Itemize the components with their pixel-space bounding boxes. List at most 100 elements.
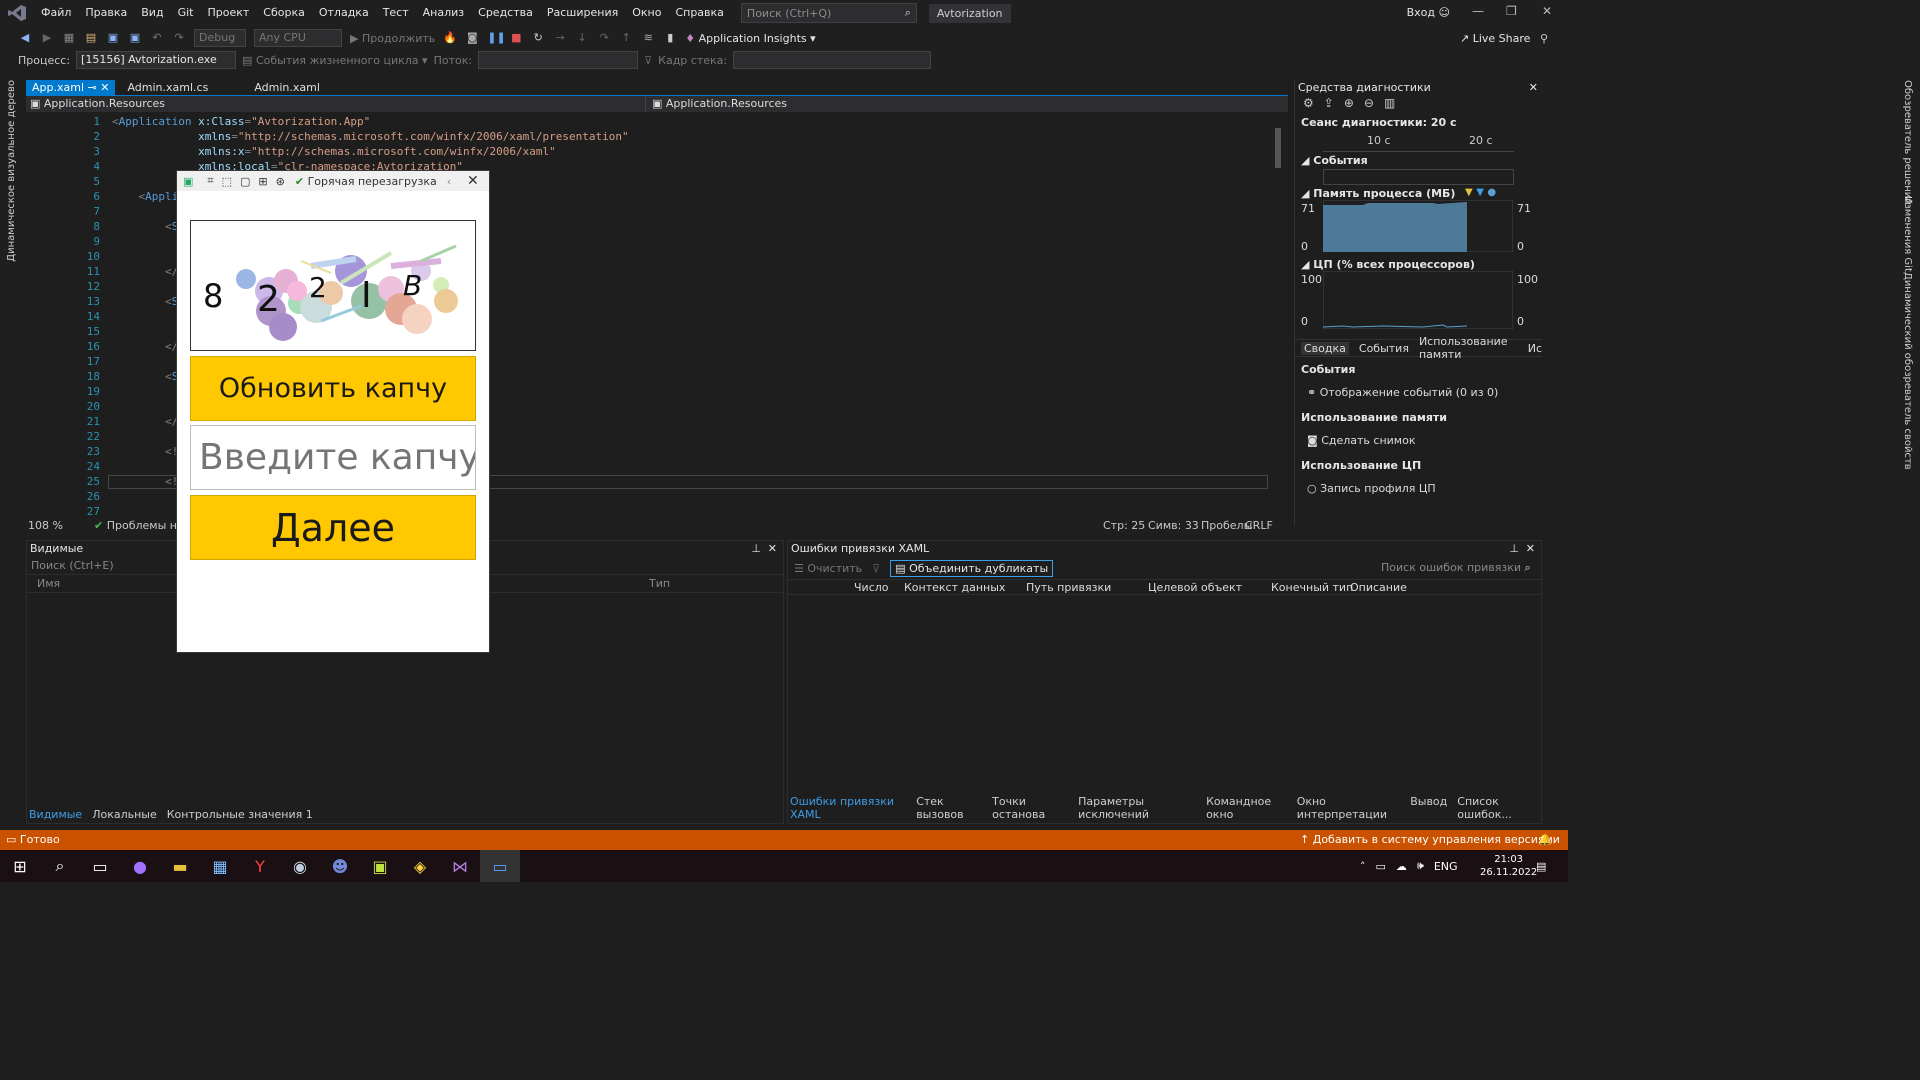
login-button[interactable]: Вход ☺ [1407,6,1450,19]
captcha-input[interactable] [190,425,476,490]
step-out-icon[interactable]: ↑ [619,31,633,45]
python-app-icon[interactable]: ◈ [400,850,440,882]
bookmark-icon[interactable]: ▮ [663,31,677,45]
bottom-tool-tab[interactable]: Точки останова [992,795,1068,821]
panel-close-icon[interactable]: ✕ [1526,541,1535,557]
back-icon[interactable]: ◀ [18,31,32,45]
task-view-icon[interactable]: ▭ [80,850,120,882]
discord-icon[interactable]: ☻ [320,850,360,882]
menu-item[interactable]: Правка [78,0,134,26]
minimize-button[interactable]: — [1472,4,1484,18]
select-element-icon[interactable]: ⌗ [207,174,213,188]
yandex-browser-icon[interactable]: Y [240,850,280,882]
menu-item[interactable]: Тест [376,0,416,26]
new-project-icon[interactable]: ▦ [62,31,76,45]
bottom-tool-tab[interactable]: Стек вызовов [916,795,982,821]
close-window-button[interactable]: ✕ [1542,4,1552,18]
feedback-icon[interactable]: ⚲ [1540,32,1548,45]
menu-item[interactable]: Анализ [416,0,472,26]
pycharm-icon[interactable]: ▣ [360,850,400,882]
live-property-explorer-tab[interactable]: Динамический обозреватель свойств [1902,272,1913,470]
document-tab[interactable]: App.xaml ⊸ ✕ [26,80,116,96]
clock[interactable]: 21:03 26.11.2022 [1480,853,1537,879]
network-icon[interactable]: ▭ [1376,860,1386,873]
track-focus-icon[interactable]: ▢ [240,175,250,188]
zoom-select[interactable]: 108 % [28,518,63,534]
step-icon[interactable]: → [553,31,567,45]
pin-icon[interactable]: ⊸ [84,81,100,94]
menu-item[interactable]: Окно [625,0,668,26]
autos-tab[interactable]: Контрольные значения 1 [167,808,313,821]
undo-icon[interactable]: ↶ [150,31,164,45]
panel-pin-icon[interactable]: ⊥ [751,541,761,557]
diagnostics-tab[interactable]: События [1359,342,1409,355]
binding-column-header[interactable]: Целевой объект [1148,581,1242,594]
thread-select[interactable] [478,51,639,69]
action-center-icon[interactable]: ▤ [1536,860,1546,873]
code-line[interactable]: <So [112,370,185,383]
stack-frame-select[interactable] [733,51,932,69]
process-select[interactable]: [15156] Avtorization.exe [76,51,237,69]
running-app-icon[interactable]: ▭ [480,850,520,882]
autos-tab[interactable]: Видимые [29,808,82,821]
menu-item[interactable]: Расширения [540,0,625,26]
open-icon[interactable]: ▤ [84,31,98,45]
code-line[interactable]: <So [112,220,185,233]
platform-select[interactable]: Any CPU [254,29,342,47]
alice-app-icon[interactable]: ● [120,850,160,882]
zoom-in-icon[interactable]: ⊕ [1344,96,1354,116]
menu-item[interactable]: Средства [471,0,540,26]
bottom-tool-tab[interactable]: Командное окно [1206,795,1287,821]
code-line[interactable]: </S [112,265,185,278]
record-cpu-profile-button[interactable]: ○ Запись профиля ЦП [1307,482,1542,495]
menu-item[interactable]: Проект [200,0,256,26]
diagnostics-tab[interactable]: Сводка [1301,341,1349,355]
git-changes-tab[interactable]: Изменения Git [1902,196,1913,272]
go-to-live-tree-icon[interactable]: ▣ [183,175,193,188]
bottom-tool-tab[interactable]: Вывод [1410,795,1447,821]
file-explorer-icon[interactable]: ▬ [160,850,200,882]
code-line[interactable]: <Application x:Class="Avtorization.App" [112,115,370,128]
start-button[interactable]: ⊞ [0,850,40,882]
editor-scrollbar[interactable] [1272,114,1284,516]
menu-item[interactable]: Git [171,0,201,26]
binding-column-header[interactable]: Число [854,581,889,594]
reset-zoom-icon[interactable]: ▥ [1384,96,1395,116]
notifications-icon[interactable]: 🔔 [1538,830,1552,850]
diagnostics-tab[interactable]: Ис [1528,342,1542,355]
collapse-toolbar-icon[interactable]: ‹ [447,175,451,188]
clear-button[interactable]: ☰ Очистить [794,562,862,575]
volume-icon[interactable]: 🕪 [1417,859,1424,873]
language-indicator[interactable]: ENG [1434,860,1458,873]
binding-column-header[interactable]: Контекст данных [904,581,1005,594]
binding-failures-icon[interactable]: ⊛ [276,175,285,188]
memory-header[interactable]: ◢ Память процесса (МБ) ▼ ▼ ● [1295,187,1542,200]
binding-column-header[interactable]: Путь привязки [1026,581,1111,594]
solution-explorer-tab[interactable]: Обозреватель решений [1902,80,1913,205]
code-line[interactable]: <Applic [112,190,185,203]
menu-item[interactable]: Файл [34,0,78,26]
hot-reload-icon[interactable]: 🔥 [443,31,457,45]
column-name[interactable]: Имя [37,577,60,590]
binding-search-input[interactable]: Поиск ошибок привязки ⌕ [1377,560,1537,576]
code-line[interactable]: <!- [112,445,185,458]
next-button[interactable]: Далее [190,495,476,560]
taskbar-search-icon[interactable]: ⌕ [40,850,80,882]
forward-icon[interactable]: ▶ [40,31,54,45]
panel-pin-icon[interactable]: ⊥ [1509,541,1519,557]
save-all-icon[interactable]: ▣ [128,31,142,45]
display-adorners-icon[interactable]: ⬚ [222,175,232,188]
cpu-header[interactable]: ◢ ЦП (% всех процессоров) [1295,258,1542,271]
app-insights-button[interactable]: ♦ Application Insights ▾ [685,32,815,45]
show-events-link[interactable]: ⚭ Отображение событий (0 из 0) [1307,386,1542,399]
take-snapshot-button[interactable]: ◙ Сделать снимок [1307,434,1542,447]
column-type[interactable]: Тип [649,577,670,590]
scrollbar-thumb[interactable] [1275,128,1281,168]
store-icon[interactable]: ▦ [200,850,240,882]
document-tab[interactable]: Admin.xaml [248,80,326,96]
binding-column-header[interactable]: Конечный тип [1271,581,1353,594]
settings-icon[interactable]: ⚙ [1303,96,1314,116]
panel-close-icon[interactable]: ✕ [768,541,777,557]
code-line[interactable]: xmlns="http://schemas.microsoft.com/winf… [112,130,628,143]
menu-item[interactable]: Справка [668,0,730,26]
